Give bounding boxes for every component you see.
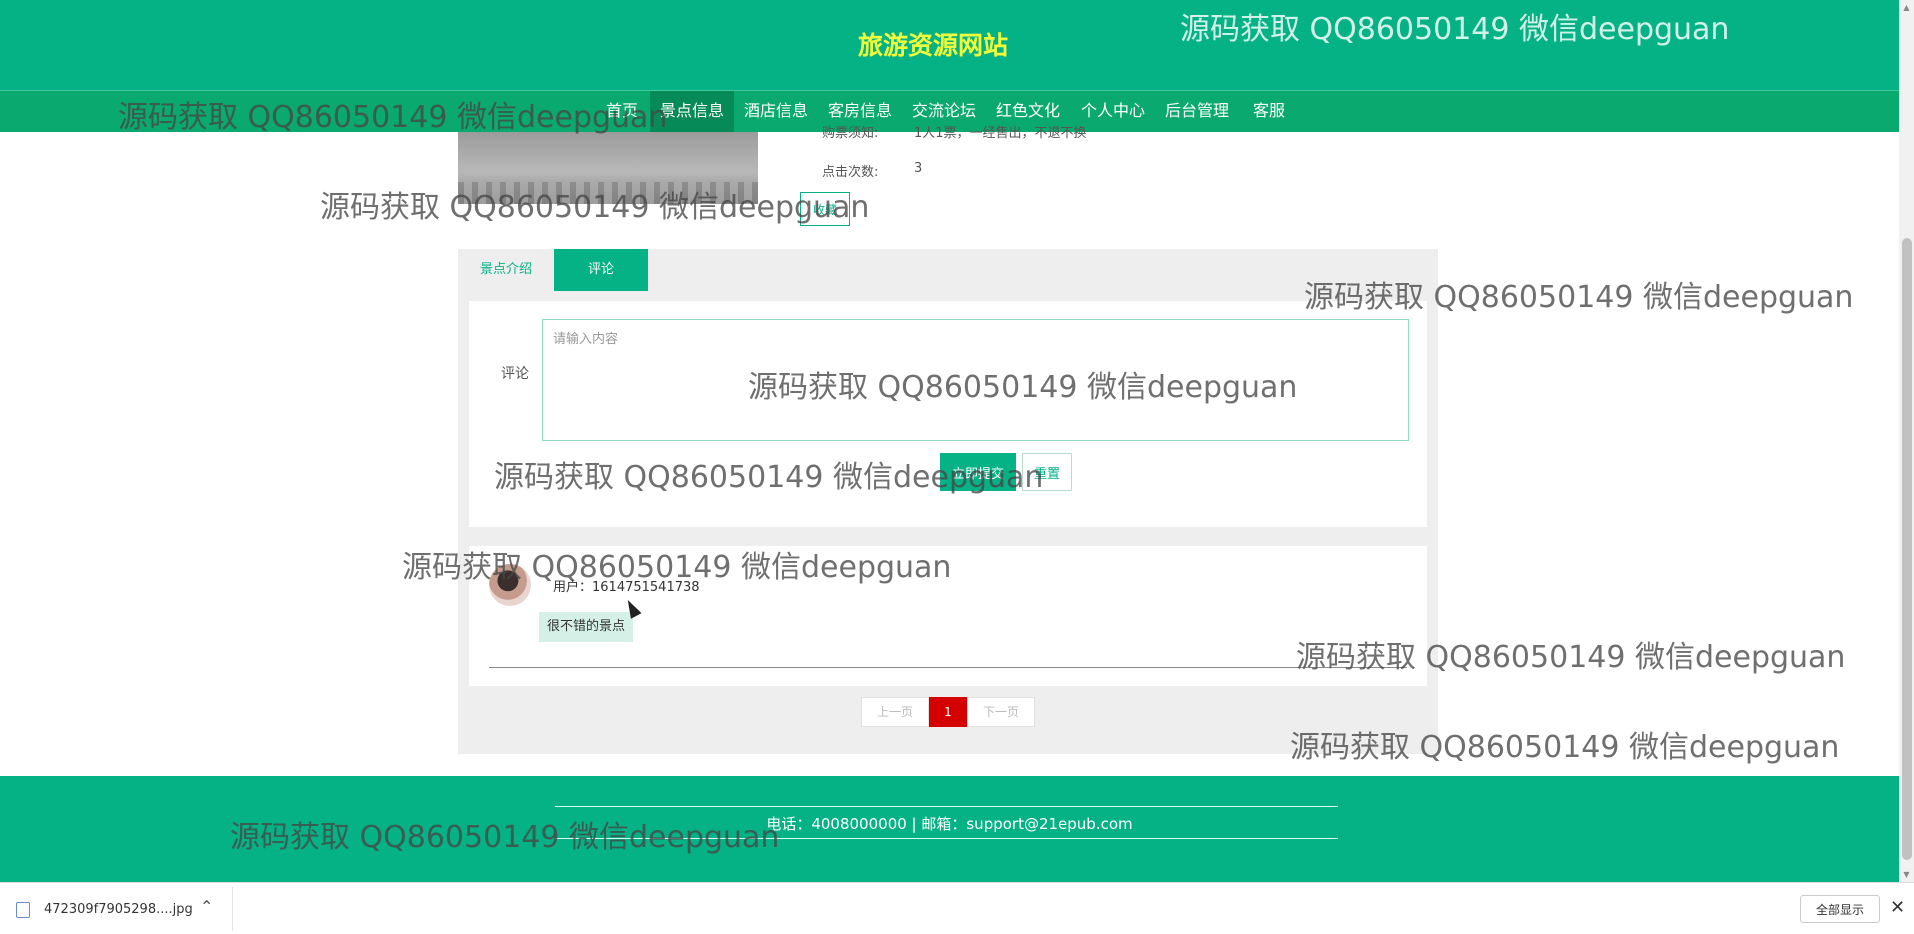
prev-page-button[interactable]: 上一页 — [861, 697, 929, 727]
comment-form: 评论 立即提交 重置 — [469, 301, 1427, 527]
tab-introduction[interactable]: 景点介绍 — [458, 249, 554, 291]
close-icon[interactable]: ✕ — [1890, 897, 1905, 918]
footer-divider-bottom — [555, 838, 1338, 839]
download-bar: 472309f7905298....jpg ⌃ 全部显示 ✕ — [0, 882, 1914, 934]
comment-list: 用户：1614751541738 很不错的景点 — [469, 546, 1427, 686]
clicks-value: 3 — [914, 161, 923, 176]
submit-button[interactable]: 立即提交 — [940, 453, 1016, 491]
notice-label: 购票须知: — [822, 126, 879, 141]
scroll-down-icon[interactable]: ▼ — [1899, 867, 1914, 882]
footer-divider-top — [555, 806, 1338, 807]
clicks-label: 点击次数: — [822, 165, 879, 180]
divider — [232, 887, 233, 931]
site-title: 旅游资源网站 — [857, 31, 1008, 60]
next-page-button[interactable]: 下一页 — [967, 697, 1035, 727]
nav-hotels[interactable]: 酒店信息 — [738, 91, 814, 133]
file-icon — [16, 902, 30, 918]
reset-button[interactable]: 重置 — [1022, 453, 1072, 491]
comment-user-id: 1614751541738 — [592, 580, 700, 595]
comment-user: 用户：1614751541738 — [553, 576, 700, 595]
site-footer: 电话：4008000000 | 邮箱：support@21epub.com — [0, 776, 1899, 882]
notice-value: 1人1票，一经售出，不退不换 — [914, 126, 1087, 141]
comment-label: 评论 — [501, 366, 529, 382]
tab-comments[interactable]: 评论 — [554, 249, 648, 291]
scroll-thumb[interactable] — [1902, 238, 1912, 860]
chevron-up-icon[interactable]: ⌃ — [200, 897, 213, 916]
scroll-up-icon[interactable]: ▲ — [1899, 0, 1914, 15]
nav-admin[interactable]: 后台管理 — [1159, 91, 1235, 133]
tab-panel: 景点介绍 评论 评论 立即提交 重置 用户：1614751541738 很不错的… — [458, 249, 1438, 754]
footer-contact: 电话：4008000000 | 邮箱：support@21epub.com — [766, 815, 1133, 833]
comment-input[interactable] — [542, 319, 1409, 441]
attraction-image — [458, 132, 758, 204]
nav-service[interactable]: 客服 — [1244, 91, 1294, 133]
comment-content: 很不错的景点 — [539, 612, 634, 642]
download-file-name[interactable]: 472309f7905298....jpg — [44, 902, 193, 917]
page-scrollbar[interactable]: ▲ ▼ — [1899, 0, 1914, 882]
nav-home[interactable]: 首页 — [598, 91, 646, 133]
collect-button[interactable]: 收藏 — [800, 192, 850, 226]
comment-user-label: 用户： — [553, 580, 593, 595]
page-number-button[interactable]: 1 — [929, 697, 967, 727]
site-header: 旅游资源网站 首页 景点信息 酒店信息 客房信息 交流论坛 红色文化 个人中心 … — [0, 0, 1899, 133]
nav-attractions[interactable]: 景点信息 — [650, 91, 734, 133]
divider — [489, 667, 1407, 668]
show-all-button[interactable]: 全部显示 — [1800, 895, 1880, 923]
avatar — [489, 564, 531, 606]
